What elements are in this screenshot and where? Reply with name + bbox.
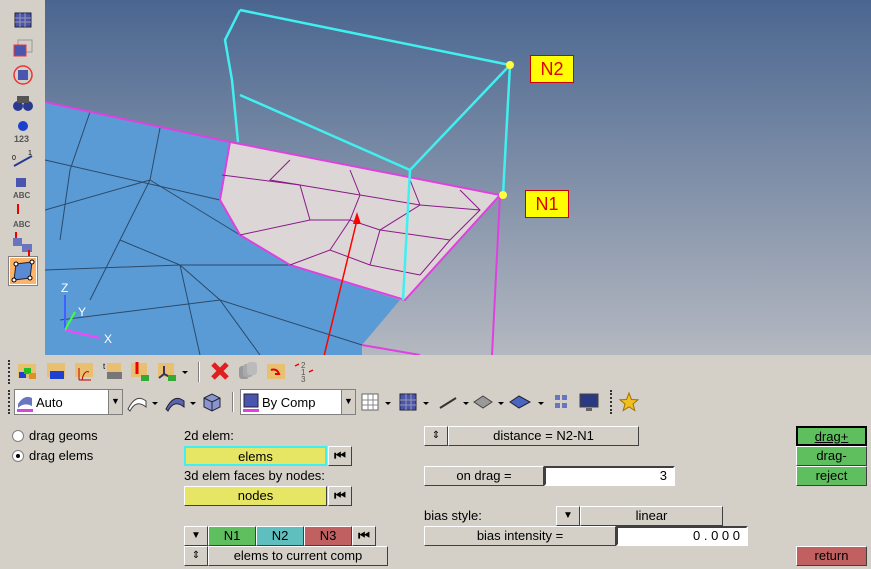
svg-text:ABC: ABC [13, 191, 31, 200]
return-button[interactable]: return [796, 546, 867, 566]
elems-selector[interactable]: elems [184, 446, 327, 466]
property-icon[interactable]: t [101, 360, 123, 382]
mask-circle-icon[interactable] [12, 65, 34, 85]
node-list-dropdown[interactable]: ▼ [184, 526, 208, 546]
axis-y-label: Y [78, 305, 86, 319]
toggle-icon: ⇕ [191, 550, 201, 561]
svg-text:0: 0 [12, 155, 16, 162]
drag-minus-button[interactable]: drag- [796, 446, 867, 466]
on-drag-input[interactable]: 3 [544, 466, 675, 486]
drag-geoms-label: drag geoms [29, 428, 98, 443]
toggle-icon: ⇕ [431, 430, 441, 441]
reset-nodes-list-button[interactable]: ⏮ [352, 526, 376, 546]
bias-style-value[interactable]: linear [580, 506, 723, 526]
chevron-down-icon: ▼ [191, 530, 201, 541]
on-drag-label-button[interactable]: on drag = [424, 466, 544, 486]
drag-plus-button[interactable]: drag+ [796, 426, 867, 446]
comp-option-button[interactable]: elems to current comp [208, 546, 388, 566]
bias-intensity-input[interactable]: 0 . 0 0 0 [616, 526, 748, 546]
svg-text:ABC: ABC [13, 220, 31, 229]
geom-color-mode-select[interactable]: Auto ▼ [14, 389, 123, 415]
scale-icon[interactable]: 01 [12, 148, 34, 172]
solid-icon[interactable] [201, 391, 223, 413]
delete-icon[interactable] [209, 360, 231, 382]
graphics-viewport[interactable]: Z Y X [45, 0, 871, 355]
distance-toggle[interactable]: ⇕ [424, 426, 448, 446]
surface-wireframe-icon[interactable] [126, 391, 160, 413]
chevron-down-icon[interactable]: ▼ [341, 390, 355, 414]
node-n1[interactable] [499, 191, 507, 199]
distance-option-button[interactable]: distance = N2-N1 [448, 426, 639, 446]
node-n2[interactable] [506, 61, 514, 69]
comp-toggle[interactable]: ⇕ [184, 546, 208, 566]
reset-icon: ⏮ [334, 448, 346, 463]
chevron-down-icon[interactable]: ▼ [108, 390, 122, 414]
line-display-icon[interactable] [437, 391, 471, 413]
monitor-icon[interactable] [578, 391, 600, 413]
elem-wireframe-icon[interactable] [359, 391, 393, 413]
svg-text:1: 1 [28, 150, 32, 157]
nodes-selector[interactable]: nodes [184, 486, 327, 506]
renumber-icon[interactable]: 213 [293, 360, 315, 382]
mask-elements-icon[interactable] [12, 10, 34, 30]
geom-color-mode-value: Auto [36, 395, 63, 410]
reset-icon: ⏮ [358, 528, 370, 543]
reset-nodes-button[interactable]: ⏮ [328, 486, 352, 506]
surface-color-icon [17, 396, 33, 412]
node-label-n1: N1 [525, 190, 569, 218]
favorites-star-icon[interactable] [618, 391, 640, 413]
n2-selector[interactable]: N2 [256, 526, 304, 546]
n3-selector[interactable]: N3 [304, 526, 352, 546]
elem2d-label: 2d elem: [184, 428, 234, 443]
shaded-plate-icon[interactable] [508, 391, 546, 413]
elem-color-mode-value: By Comp [262, 395, 316, 410]
faces-label: 3d elem faces by nodes: [184, 468, 325, 483]
bias-style-dropdown[interactable]: ▼ [556, 506, 580, 526]
drag-elems-label: drag elems [29, 448, 94, 463]
organize-icon[interactable] [237, 360, 259, 382]
mask-box-icon[interactable] [12, 38, 34, 58]
utility-toolbar: 123 01 ABC ABC [0, 0, 45, 355]
component-icon[interactable] [45, 360, 67, 382]
find-binoculars-icon[interactable] [12, 93, 34, 113]
chevron-down-icon: ▼ [563, 510, 573, 521]
reorient-icon[interactable] [12, 232, 34, 256]
material-icon[interactable] [73, 360, 95, 382]
elem-shaded-icon[interactable] [397, 391, 431, 413]
svg-text:123: 123 [14, 134, 29, 144]
reset-elems-button[interactable]: ⏮ [328, 446, 352, 466]
node-label-n2: N2 [530, 55, 574, 83]
axis-z-label: Z [61, 281, 68, 295]
abc-arrow-icon[interactable]: ABC [12, 203, 34, 229]
drag-shape-button[interactable] [8, 256, 38, 286]
surface-shaded-icon[interactable] [164, 391, 198, 413]
load-collector-icon[interactable] [129, 360, 151, 382]
reset-icon: ⏮ [334, 488, 346, 503]
collectors-icon[interactable] [16, 360, 38, 382]
bias-intensity-label-button[interactable]: bias intensity = [424, 526, 616, 546]
axis-x-label: X [104, 332, 112, 346]
svg-text:3: 3 [301, 375, 306, 382]
abc-label-icon[interactable]: ABC [12, 176, 34, 200]
elem-grid-icon[interactable] [550, 391, 572, 413]
info-123-icon[interactable]: 123 [12, 120, 34, 146]
n1-selector[interactable]: N1 [208, 526, 256, 546]
reject-button[interactable]: reject [796, 466, 867, 486]
move-folder-icon[interactable] [265, 360, 287, 382]
bias-style-label: bias style: [424, 508, 482, 523]
elem-color-icon [243, 393, 259, 412]
plane-display-icon[interactable] [472, 391, 506, 413]
drag-shape-icon [11, 259, 35, 283]
drag-elems-radio[interactable] [12, 450, 24, 462]
elem-color-mode-select[interactable]: By Comp ▼ [240, 389, 356, 415]
system-icon[interactable] [156, 360, 190, 382]
drag-geoms-radio[interactable] [12, 430, 24, 442]
svg-text:t: t [103, 362, 106, 371]
